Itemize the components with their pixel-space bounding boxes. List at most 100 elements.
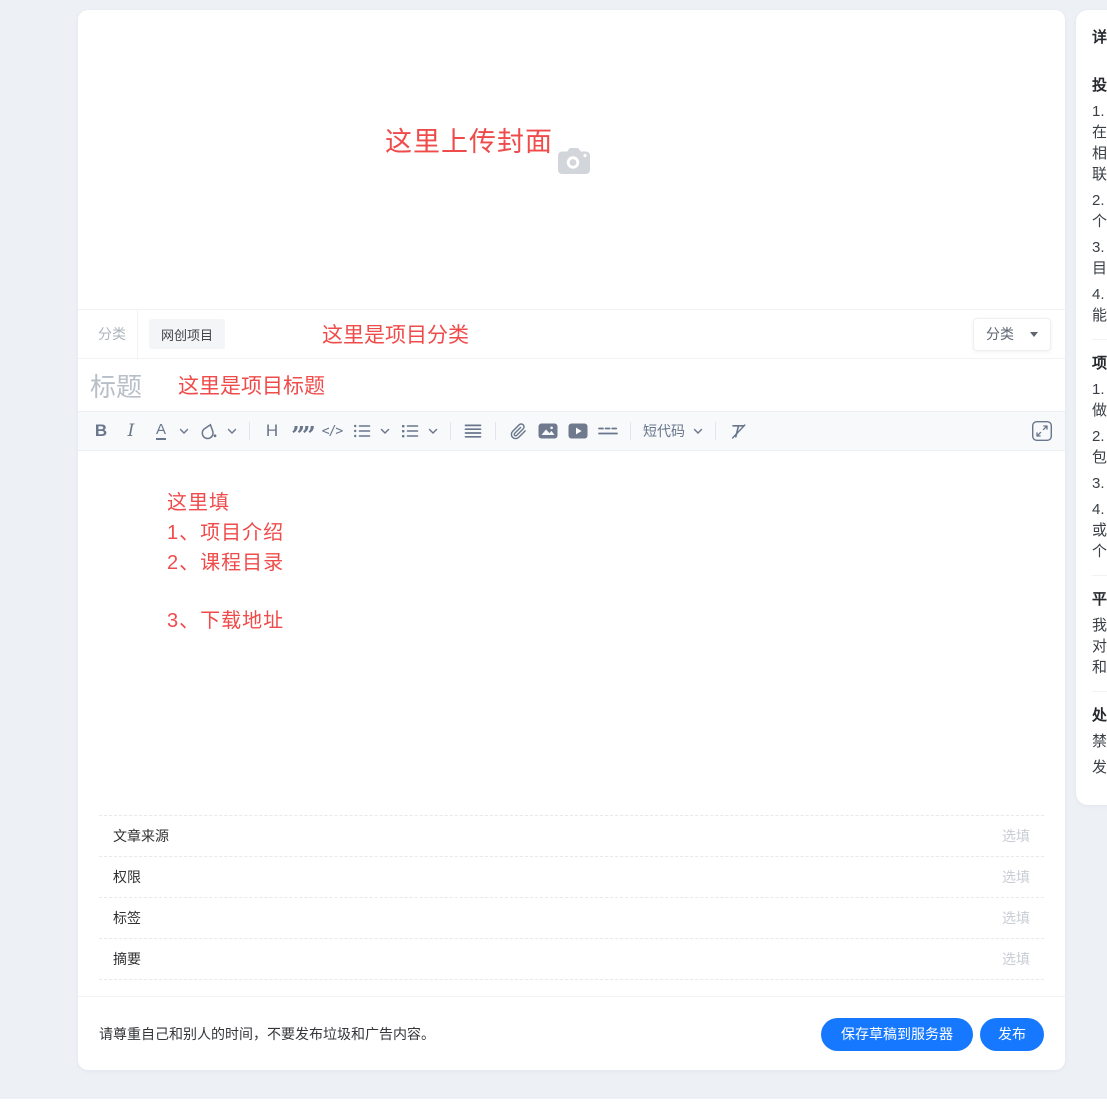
sidebar-text-line: 4. — [1092, 284, 1107, 305]
editor-content-area[interactable]: 这里填1、项目介绍2、课程目录 3、下载地址 — [78, 451, 1065, 815]
fullscreen-button[interactable] — [1028, 417, 1056, 445]
toolbar-divider — [630, 422, 631, 440]
sidebar-text-line: 或 — [1092, 520, 1107, 541]
title-input[interactable]: 标题 这里是项目标题 — [78, 359, 1065, 411]
footer-notice: 请尊重自己和别人的时间，不要发布垃圾和广告内容。 — [99, 1024, 435, 1044]
sidebar-text-line: 4. — [1092, 499, 1107, 520]
unordered-list-chevron-icon[interactable] — [425, 417, 441, 445]
sidebar-text-line: 个 — [1092, 211, 1107, 232]
cover-annotation: 这里上传封面 — [385, 120, 553, 159]
insert-video-button[interactable] — [564, 417, 592, 445]
toolbar-divider — [450, 422, 451, 440]
field-label: 文章来源 — [113, 826, 169, 846]
field-optional-hint: 选填 — [1002, 826, 1030, 846]
sidebar-text-line: 个 — [1092, 541, 1107, 562]
field-label: 标签 — [113, 908, 141, 928]
sidebar-text-line: 详 — [1092, 27, 1107, 48]
sidebar-text-line: 平 — [1092, 589, 1107, 610]
insert-image-button[interactable] — [534, 417, 562, 445]
camera-icon — [557, 146, 591, 175]
category-label: 分类 — [98, 324, 126, 344]
cover-upload-area[interactable]: 这里上传封面 — [78, 10, 1065, 310]
sidebar-text-line: 2. — [1092, 190, 1107, 211]
code-button[interactable]: </> — [318, 417, 346, 445]
category-dropdown-label: 分类 — [986, 324, 1014, 344]
link-button[interactable] — [504, 417, 532, 445]
extra-fields: 文章来源 选填 权限 选填 标签 选填 摘要 选填 — [99, 815, 1044, 980]
editor-annotation-line: 3、下载地址 — [167, 606, 1065, 636]
sidebar-text-line: 禁 — [1092, 731, 1107, 752]
text-color-chevron-icon[interactable] — [176, 417, 192, 445]
ordered-list-chevron-icon[interactable] — [377, 417, 393, 445]
sidebar-text-line: 在 — [1092, 122, 1107, 143]
ordered-list-button[interactable] — [348, 417, 376, 445]
field-label: 权限 — [113, 867, 141, 887]
sidebar-text-line: 对 — [1092, 636, 1107, 657]
vertical-divider — [137, 310, 138, 358]
editor-footer: 请尊重自己和别人的时间，不要发布垃圾和广告内容。 保存草稿到服务器 发布 — [78, 996, 1065, 1070]
category-annotation: 这里是项目分类 — [322, 319, 469, 349]
sidebar-text-line: 目 — [1092, 258, 1107, 279]
sidebar-text-line — [1092, 339, 1107, 340]
sidebar-text-line — [1092, 691, 1107, 692]
sidebar-text-line: 能 — [1092, 305, 1107, 326]
sidebar-text-line: 投 — [1092, 75, 1107, 96]
sidebar-text-line: 联 — [1092, 164, 1107, 185]
sidebar-text-line: 做 — [1092, 400, 1107, 421]
field-row[interactable]: 权限 选填 — [99, 857, 1044, 898]
shortcode-chevron-icon[interactable] — [690, 417, 706, 445]
category-dropdown[interactable]: 分类 — [973, 318, 1051, 351]
sidebar-text-line: 相 — [1092, 143, 1107, 164]
dropdown-arrow-icon — [1030, 332, 1038, 337]
sidebar-text-line: 1. — [1092, 101, 1107, 122]
sidebar-text-line: 2. — [1092, 426, 1107, 447]
sidebar-text-line: 3. — [1092, 237, 1107, 258]
toolbar-divider — [249, 422, 250, 440]
heading-button[interactable]: H — [258, 417, 286, 445]
category-row: 分类 网创项目 这里是项目分类 分类 — [78, 310, 1065, 359]
category-tag[interactable]: 网创项目 — [149, 319, 225, 349]
editor-toolbar: B I A H ”” </> — [78, 411, 1065, 451]
sidebar-text-line: 项 — [1092, 353, 1107, 374]
publish-button[interactable]: 发布 — [980, 1018, 1044, 1051]
field-optional-hint: 选填 — [1002, 867, 1030, 887]
shortcode-label: 短代码 — [643, 421, 685, 441]
more-tag-button[interactable] — [594, 417, 622, 445]
save-draft-button[interactable]: 保存草稿到服务器 — [821, 1018, 973, 1051]
blockquote-button[interactable]: ”” — [288, 417, 316, 445]
text-color-button[interactable]: A — [147, 417, 175, 445]
editor-annotation-line: 1、项目介绍 — [167, 518, 1065, 548]
toolbar-divider — [715, 422, 716, 440]
italic-button[interactable]: I — [117, 417, 145, 445]
editor-annotation-line — [167, 578, 1065, 606]
title-placeholder: 标题 — [90, 367, 142, 404]
highlight-color-chevron-icon[interactable] — [224, 417, 240, 445]
guidelines-sidebar: 详投1.在相联2.个3.目4.能项1.做2.包3.4.或个平我对和处禁发 — [1076, 10, 1107, 805]
title-annotation: 这里是项目标题 — [178, 370, 325, 400]
shortcode-button[interactable]: 短代码 — [639, 417, 689, 445]
field-row[interactable]: 摘要 选填 — [99, 939, 1044, 980]
sidebar-text-line: 处 — [1092, 705, 1107, 726]
post-editor-panel: 这里上传封面 分类 网创项目 这里是项目分类 分类 标题 这里是项目标题 B I… — [78, 10, 1065, 1070]
align-justify-button[interactable] — [459, 417, 487, 445]
unordered-list-button[interactable] — [396, 417, 424, 445]
field-optional-hint: 选填 — [1002, 908, 1030, 928]
sidebar-text-line: 我 — [1092, 615, 1107, 636]
sidebar-text-line — [1092, 575, 1107, 576]
sidebar-text-line: 包 — [1092, 447, 1107, 468]
editor-annotation-line: 这里填 — [167, 488, 1065, 518]
field-optional-hint: 选填 — [1002, 949, 1030, 969]
sidebar-text-line: 和 — [1092, 657, 1107, 678]
toolbar-divider — [495, 422, 496, 440]
highlight-color-button[interactable] — [195, 417, 223, 445]
text-color-icon: A — [156, 422, 166, 440]
editor-annotation-line: 2、课程目录 — [167, 548, 1065, 578]
field-row[interactable]: 文章来源 选填 — [99, 816, 1044, 857]
sidebar-text-line: 3. — [1092, 473, 1107, 494]
sidebar-text-line: 发 — [1092, 757, 1107, 778]
sidebar-text-line: 1. — [1092, 379, 1107, 400]
field-row[interactable]: 标签 选填 — [99, 898, 1044, 939]
blockquote-icon: ”” — [291, 431, 313, 441]
clear-format-button[interactable] — [724, 417, 752, 445]
bold-button[interactable]: B — [87, 417, 115, 445]
